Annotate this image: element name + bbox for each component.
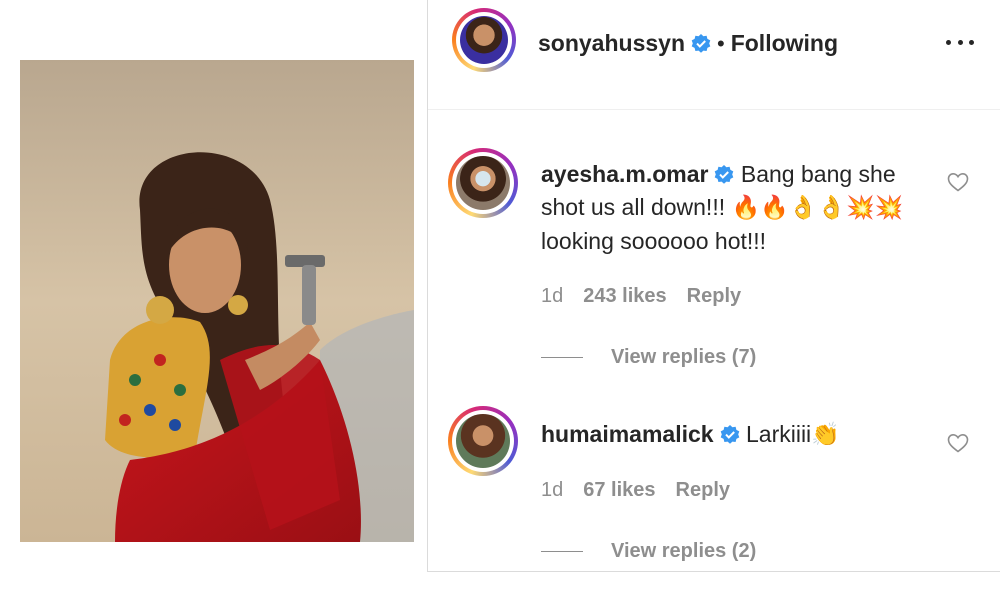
view-replies-button[interactable]: View replies (2) — [541, 540, 756, 563]
comment-username[interactable]: ayesha.m.omar — [541, 161, 708, 187]
post-photo-illustration — [20, 60, 414, 542]
commenter-avatar-image — [456, 414, 510, 468]
view-replies-line — [541, 551, 583, 552]
comment-username[interactable]: humaimamalick — [541, 421, 714, 447]
commenter-avatar[interactable] — [448, 148, 518, 218]
like-heart-icon[interactable] — [946, 431, 970, 455]
comments-pane: sonyahussyn • Following ayesha.m.omar Ba… — [428, 0, 1000, 572]
comment-item: humaimamalick Larkiiii👏 1d 67 likes Repl… — [428, 406, 1000, 572]
like-heart-icon[interactable] — [946, 170, 970, 194]
comment-text: ayesha.m.omar Bang bang she shot us all … — [541, 158, 921, 258]
comment-meta: 1d 67 likes Reply — [541, 479, 730, 502]
comment-likes[interactable]: 243 likes — [583, 285, 666, 308]
comment-meta: 1d 243 likes Reply — [541, 285, 741, 308]
comment-age[interactable]: 1d — [541, 479, 563, 502]
comment-text-line2: shot us all down!!! — [541, 194, 726, 220]
post-photo[interactable] — [20, 60, 414, 542]
comment-text: humaimamalick Larkiiii👏 — [541, 418, 921, 452]
comment-likes[interactable]: 67 likes — [583, 479, 655, 502]
view-replies-label: View replies (2) — [611, 540, 757, 562]
following-button[interactable]: Following — [731, 30, 838, 57]
comment-text-line1: Bang bang she — [740, 161, 896, 187]
pane-bottom-border — [428, 571, 1000, 572]
verified-badge-icon — [720, 425, 739, 444]
separator-dot: • — [717, 30, 725, 56]
more-options-icon[interactable] — [946, 32, 974, 52]
view-replies-button[interactable]: View replies (7) — [541, 346, 756, 369]
view-replies-label: View replies (7) — [611, 346, 757, 368]
reply-button[interactable]: Reply — [676, 479, 730, 502]
comment-item: ayesha.m.omar Bang bang she shot us all … — [428, 148, 1000, 378]
author-avatar-image — [460, 16, 508, 64]
comment-age[interactable]: 1d — [541, 285, 563, 308]
view-replies-line — [541, 357, 583, 358]
verified-badge-icon — [715, 165, 734, 184]
reply-button[interactable]: Reply — [687, 285, 741, 308]
comment-emojis: 👏 — [811, 422, 840, 448]
commenter-avatar[interactable] — [448, 406, 518, 476]
post-media-pane — [0, 0, 428, 600]
comment-emojis: 🔥🔥👌👌💥💥 — [731, 195, 904, 221]
commenter-avatar-image — [456, 156, 510, 210]
author-avatar[interactable] — [452, 8, 516, 72]
comment-text-line3: looking soooooo hot!!! — [541, 228, 767, 254]
verified-badge-icon — [691, 33, 711, 53]
author-username[interactable]: sonyahussyn — [538, 30, 685, 57]
comment-text: Larkiiii — [745, 421, 812, 447]
post-header: sonyahussyn • Following — [428, 0, 1000, 110]
